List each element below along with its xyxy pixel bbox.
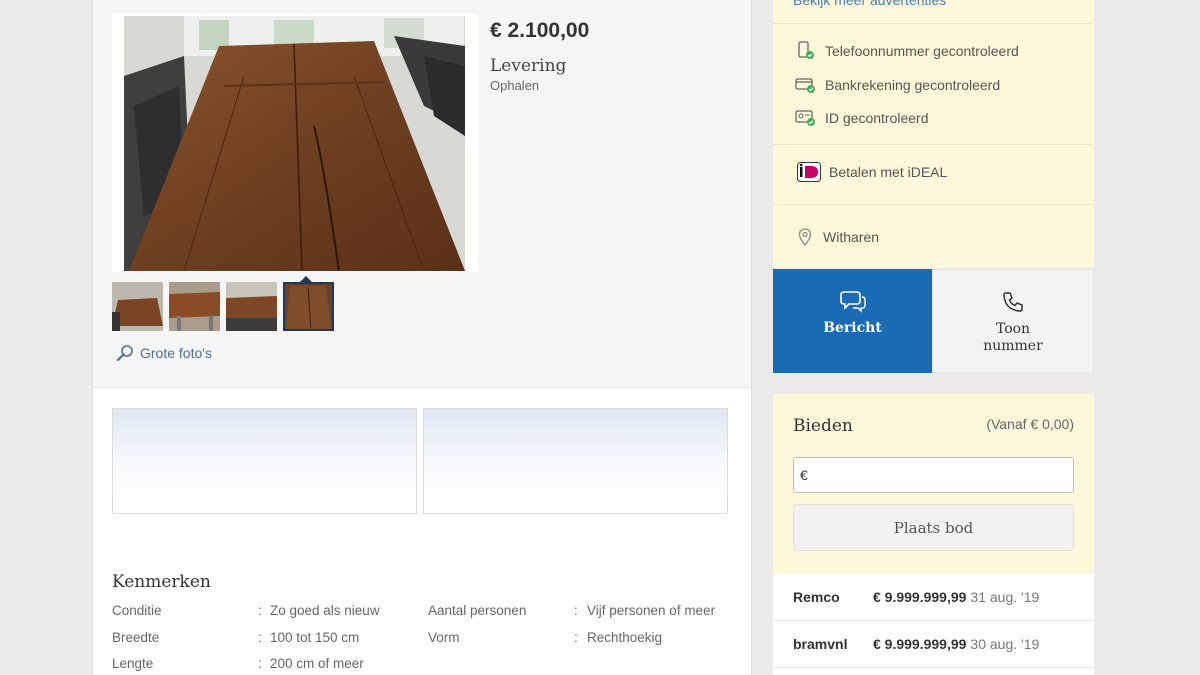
feature-value: 200 cm of meer	[270, 656, 364, 671]
show-number-label-1: Toon	[995, 321, 1031, 337]
more-ads-link[interactable]: Bekijk meer advertenties	[793, 0, 946, 8]
feature-label: Vorm	[428, 630, 460, 645]
bank-verified-row: Bankrekening gecontroleerd	[795, 75, 1000, 95]
message-button[interactable]: Bericht	[773, 269, 932, 373]
show-number-label-2: nummer	[983, 338, 1043, 354]
bid-amount: € 9.999.999,99	[873, 589, 967, 605]
bid-row: bramvnl € 9.999.999,99 30 aug. '19	[773, 621, 1094, 668]
ideal-row: Betalen met iDEAL	[797, 162, 947, 182]
divider	[773, 204, 1094, 205]
feature-value: Zo goed als nieuw	[270, 603, 380, 618]
id-verified-label: ID gecontroleerd	[825, 110, 929, 126]
feature-separator: :	[258, 656, 262, 671]
thumbnail-strip	[112, 282, 334, 331]
location-pin-icon	[798, 228, 812, 247]
ideal-label: Betalen met iDEAL	[829, 164, 948, 180]
message-button-label: Bericht	[823, 320, 882, 336]
location-label: Witharen	[823, 229, 880, 245]
phone-verified-icon	[798, 41, 814, 59]
bank-verified-label: Bankrekening gecontroleerd	[825, 77, 1001, 93]
table-photo-image	[124, 16, 465, 271]
thumbnail-selected[interactable]	[283, 282, 334, 331]
ideal-icon	[797, 162, 821, 182]
features-title: Kenmerken	[112, 572, 211, 592]
bid-amount: € 9.999.999,99	[873, 636, 967, 652]
bid-date: 31 aug. '19	[970, 589, 1040, 605]
thumbnail[interactable]	[112, 282, 163, 331]
ad-placeholder[interactable]	[423, 408, 728, 514]
location-row: Witharen	[795, 227, 879, 247]
delivery-value: Ophalen	[490, 78, 540, 93]
feature-label: Conditie	[112, 603, 162, 618]
zoom-icon	[116, 345, 133, 362]
bid-amount-input[interactable]: €	[793, 457, 1074, 493]
main-photo[interactable]	[112, 14, 478, 272]
bank-verified-icon	[795, 78, 815, 93]
phone-verified-row: Telefoonnummer gecontroleerd	[795, 41, 1019, 61]
selected-thumbnail-indicator	[300, 276, 312, 282]
bid-date: 30 aug. '19	[970, 636, 1040, 652]
feature-value: Rechthoekig	[587, 630, 663, 645]
id-verified-icon	[795, 110, 815, 126]
delivery-title: Levering	[490, 56, 567, 76]
ad-placeholder[interactable]	[112, 408, 417, 514]
divider	[773, 23, 1094, 24]
feature-value: Vijf personen of meer	[587, 603, 716, 618]
bidding-minimum: (Vanaf € 0,00)	[986, 416, 1074, 432]
feature-separator: :	[258, 630, 262, 645]
feature-label: Aantal personen	[428, 603, 527, 618]
seller-panel: Bekijk meer advertenties Telefoonnummer …	[773, 0, 1094, 268]
divider	[773, 144, 1094, 145]
feature-separator: :	[574, 603, 578, 618]
listing-price: € 2.100,00	[490, 19, 590, 42]
thumbnail[interactable]	[169, 282, 220, 331]
show-number-button[interactable]: Toon nummer	[932, 269, 1094, 373]
bidder-name[interactable]: Remco	[793, 589, 873, 605]
bidding-panel: Bieden (Vanaf € 0,00) € Plaats bod	[773, 394, 1094, 574]
feature-separator: :	[258, 603, 262, 618]
phone-verified-label: Telefoonnummer gecontroleerd	[825, 43, 1019, 59]
feature-label: Lengte	[112, 656, 154, 671]
bidding-title: Bieden	[793, 416, 853, 436]
bid-row: Remco € 9.999.999,99 31 aug. '19	[773, 574, 1094, 621]
feature-separator: :	[574, 630, 578, 645]
id-verified-row: ID gecontroleerd	[795, 108, 929, 128]
currency-prefix: €	[800, 467, 808, 483]
feature-value: 100 tot 150 cm	[270, 630, 360, 645]
place-bid-button[interactable]: Plaats bod	[793, 504, 1074, 551]
feature-label: Breedte	[112, 630, 160, 645]
large-photos-label: Grote foto's	[140, 345, 212, 361]
bidder-name[interactable]: bramvnl	[793, 636, 873, 652]
thumbnail[interactable]	[226, 282, 277, 331]
phone-icon	[1003, 292, 1023, 312]
bids-list: Remco € 9.999.999,99 31 aug. '19 bramvnl…	[773, 574, 1094, 675]
large-photos-link[interactable]: Grote foto's	[116, 344, 212, 362]
chat-icon	[839, 291, 866, 313]
